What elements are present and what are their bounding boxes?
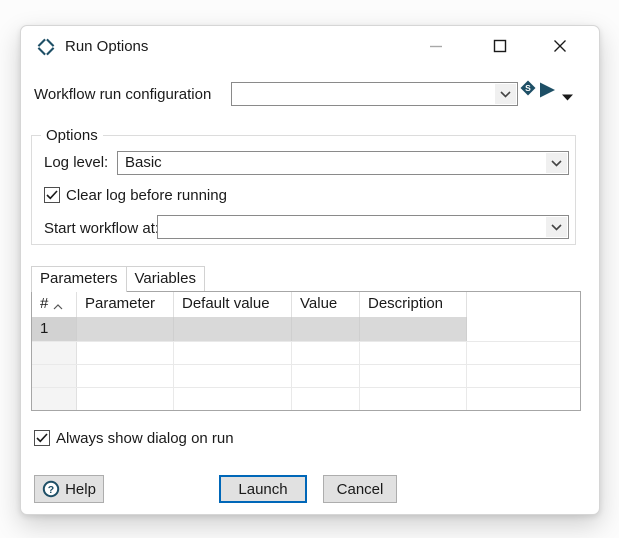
cell-value[interactable] [292, 388, 360, 410]
cell-description[interactable] [360, 317, 467, 341]
cell-description[interactable] [360, 365, 467, 387]
help-button-label: Help [65, 481, 96, 498]
cell-empty [467, 342, 580, 364]
run-config-dropdown-button[interactable] [495, 84, 516, 104]
clear-log-checkbox[interactable] [44, 187, 60, 203]
row-number-cell[interactable] [32, 342, 77, 364]
cell-empty [467, 317, 580, 341]
options-group-title: Options [41, 126, 103, 146]
cell-parameter[interactable] [77, 365, 174, 387]
start-at-combobox[interactable] [157, 215, 569, 239]
cancel-button[interactable]: Cancel [323, 475, 397, 503]
cell-description[interactable] [360, 342, 467, 364]
table-row[interactable] [32, 341, 580, 364]
cancel-button-label: Cancel [337, 481, 384, 498]
start-at-label: Start workflow at: [44, 219, 159, 239]
parameters-variables-tabstrip: Parameters Variables [31, 267, 581, 292]
cell-default-value[interactable] [174, 342, 292, 364]
cell-default-value[interactable] [174, 365, 292, 387]
launch-button[interactable]: Launch [219, 475, 307, 503]
sort-asc-icon [53, 294, 63, 317]
column-header-value[interactable]: Value [292, 292, 360, 317]
row-number-cell[interactable] [32, 365, 77, 387]
cell-default-value[interactable] [174, 317, 292, 341]
run-config-combobox[interactable] [231, 82, 518, 106]
column-header-number[interactable]: # [32, 292, 77, 317]
row-number-cell[interactable] [32, 388, 77, 410]
window-title: Run Options [65, 38, 148, 55]
column-header-description[interactable]: Description [360, 292, 467, 317]
parameters-table: # Parameter Default value Value Descript… [31, 291, 581, 411]
log-level-combobox[interactable]: Basic [117, 151, 569, 175]
help-icon: ? [42, 480, 60, 498]
svg-text:S: S [525, 83, 531, 93]
cell-value[interactable] [292, 317, 360, 341]
log-level-value: Basic [118, 152, 545, 174]
start-at-dropdown-button[interactable] [546, 217, 567, 237]
column-header-parameter[interactable]: Parameter [77, 292, 174, 317]
maximize-button[interactable] [489, 35, 511, 57]
cell-value[interactable] [292, 342, 360, 364]
run-config-value [232, 83, 494, 105]
close-button[interactable] [549, 35, 571, 57]
clear-log-checkbox-row: Clear log before running [44, 187, 227, 206]
app-diamond-icon [36, 37, 56, 57]
column-header-default-value[interactable]: Default value [174, 292, 292, 317]
column-header-empty [467, 292, 580, 317]
start-at-value [158, 216, 545, 238]
cell-empty [467, 388, 580, 410]
cell-default-value[interactable] [174, 388, 292, 410]
run-menu-caret-down-icon[interactable] [562, 88, 573, 95]
cell-empty [467, 365, 580, 387]
log-level-dropdown-button[interactable] [546, 153, 567, 173]
cell-parameter[interactable] [77, 317, 174, 341]
table-row[interactable] [32, 387, 580, 410]
run-options-dialog: Run Options Workflow run configuration S… [20, 25, 600, 515]
always-show-checkbox[interactable] [34, 430, 50, 446]
tab-variables[interactable]: Variables [127, 266, 205, 291]
cell-value[interactable] [292, 365, 360, 387]
row-number-cell[interactable]: 1 [32, 317, 77, 341]
table-row[interactable] [32, 364, 580, 387]
options-groupbox: Options Log level: Basic Clear log befor… [31, 135, 576, 245]
table-row-selected[interactable]: 1 [32, 317, 580, 341]
tab-parameters[interactable]: Parameters [31, 266, 127, 292]
cell-description[interactable] [360, 388, 467, 410]
cell-parameter[interactable] [77, 388, 174, 410]
run-play-icon[interactable] [538, 81, 557, 99]
always-show-checkbox-row: Always show dialog on run [34, 430, 234, 449]
always-show-label: Always show dialog on run [56, 429, 234, 449]
launch-button-label: Launch [238, 481, 287, 498]
svg-text:?: ? [48, 484, 54, 496]
table-header-row: # Parameter Default value Value Descript… [32, 292, 580, 317]
run-config-diamond-icon[interactable]: S [520, 80, 536, 96]
title-bar[interactable]: Run Options [21, 26, 599, 70]
clear-log-label: Clear log before running [66, 186, 227, 206]
log-level-label: Log level: [44, 153, 108, 173]
help-button[interactable]: ? Help [34, 475, 104, 503]
run-config-label: Workflow run configuration [34, 85, 211, 105]
minimize-button[interactable] [425, 35, 447, 57]
cell-parameter[interactable] [77, 342, 174, 364]
